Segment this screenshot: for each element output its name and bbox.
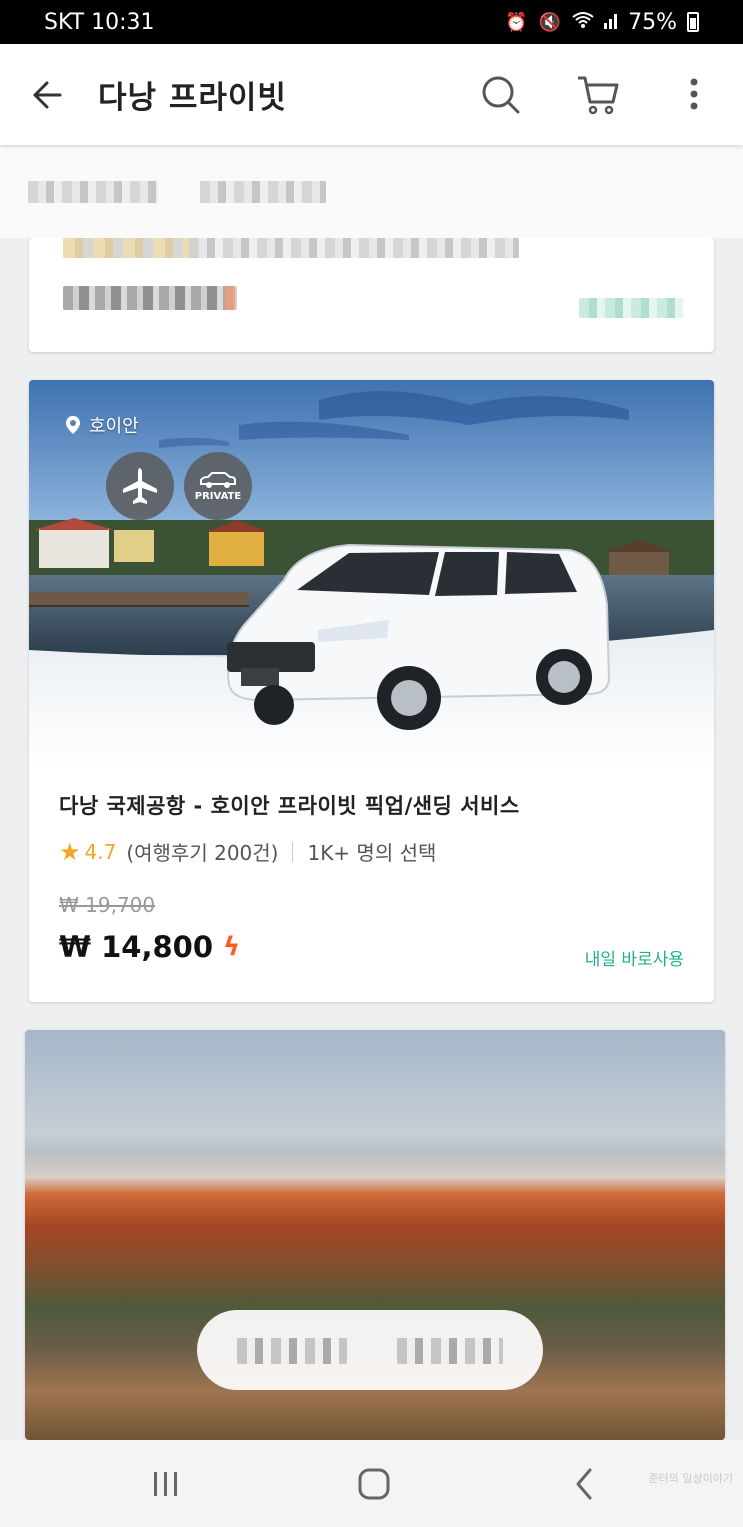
blurred-text: [237, 1338, 347, 1364]
product-title[interactable]: 다낭 국제공항 - 호이안 프라이빗 픽업/샌딩 서비스: [59, 790, 520, 820]
private-badge: PRIVATE: [184, 452, 252, 520]
availability-label: 내일 바로사용: [584, 950, 684, 970]
app-bar: 다낭 프라이빗: [0, 44, 743, 145]
product-hero-image[interactable]: 호이안 PRIVATE: [29, 380, 714, 766]
product-card-previous[interactable]: [29, 238, 714, 352]
alarm-icon: ⏰: [505, 11, 529, 33]
filter-bar: [0, 145, 743, 238]
location-pin-icon: [66, 416, 80, 434]
private-badge-label: PRIVATE: [194, 490, 242, 502]
filter-tab-blurred[interactable]: [200, 181, 326, 203]
filter-tab-blurred[interactable]: [28, 181, 158, 203]
airplane-icon: [123, 468, 157, 504]
rating-row: ★ 4.7 (여행후기 200건) 1K+ 명의 선택: [59, 837, 436, 866]
blurred-badge: [225, 286, 235, 310]
rating-value: 4.7: [84, 839, 117, 864]
search-icon[interactable]: [478, 72, 524, 118]
recent-apps-icon[interactable]: [144, 1464, 188, 1504]
blurred-text: [189, 238, 519, 258]
nav-back-icon[interactable]: [562, 1464, 606, 1504]
more-icon[interactable]: [672, 72, 716, 118]
blurred-overlay-pill: [197, 1310, 543, 1390]
battery-icon: [687, 12, 699, 32]
cart-icon[interactable]: [575, 72, 621, 118]
blurred-text: [397, 1338, 503, 1364]
mute-icon: 🔇: [538, 11, 563, 33]
status-bar: SKT 10:31 ⏰ 🔇 75%: [0, 0, 743, 44]
booking-count: 1K+ 명의 선택: [307, 841, 437, 865]
instant-booking-icon: ϟ: [223, 932, 241, 962]
airport-badge: [106, 452, 174, 520]
star-icon: ★: [59, 837, 81, 866]
blurred-price: [63, 286, 237, 310]
sale-price-row: ₩ 14,800 ϟ: [59, 930, 240, 964]
carrier-time: SKT 10:31: [44, 9, 155, 35]
battery-text: 75%: [628, 9, 677, 35]
blurred-availability: [579, 298, 683, 318]
wifi-icon: [572, 11, 594, 34]
product-card[interactable]: 호이안 PRIVATE 다낭 국제공항 - 호이안 프라이빗 픽업/샌딩 서비스…: [29, 380, 714, 1002]
signal-icon: [604, 11, 618, 34]
car-icon: [200, 471, 236, 488]
blurred-text: [63, 238, 197, 258]
sale-price: ₩ 14,800: [59, 930, 213, 964]
system-nav-bar: 준터의 일상이야기: [0, 1440, 743, 1527]
product-card-next[interactable]: [25, 1030, 725, 1440]
location-tag: 호이안: [65, 412, 139, 438]
divider: [292, 841, 294, 862]
original-price: ₩ 19,700: [59, 893, 156, 917]
location-label: 호이안: [89, 416, 139, 437]
page-title: 다낭 프라이빗: [98, 80, 287, 116]
status-icons: ⏰ 🔇 75%: [505, 10, 699, 35]
watermark: 준터의 일상이야기: [648, 1472, 733, 1485]
back-arrow-icon[interactable]: [30, 78, 66, 112]
review-count: (여행후기 200건): [126, 841, 279, 865]
home-icon[interactable]: [352, 1464, 396, 1504]
